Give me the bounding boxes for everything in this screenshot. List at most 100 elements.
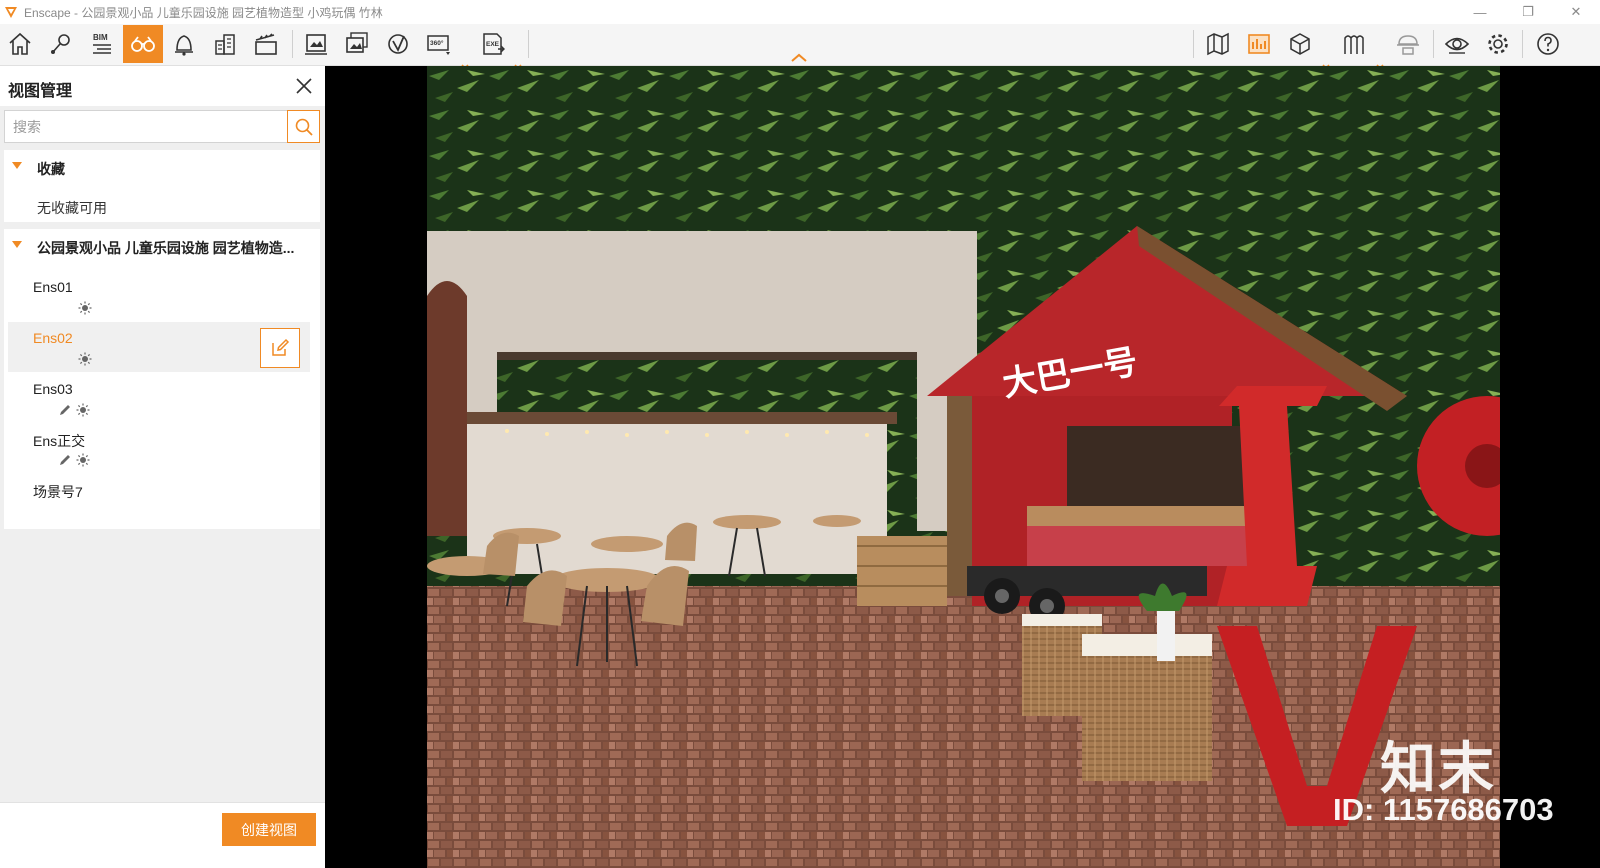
view-icons bbox=[78, 352, 92, 366]
svg-text:BIM: BIM bbox=[93, 33, 108, 42]
location-pin-icon bbox=[51, 34, 70, 54]
project-header[interactable]: 公园景观小品 儿童乐园设施 园艺植物造... bbox=[4, 229, 320, 265]
batch-render-icon bbox=[346, 32, 368, 53]
view-icons bbox=[78, 301, 92, 315]
view-item-scene7[interactable]: 场景号7 bbox=[8, 474, 310, 524]
help-button[interactable] bbox=[1528, 25, 1568, 63]
view-item-ens03[interactable]: Ens03 bbox=[8, 373, 310, 423]
pencil-icon bbox=[60, 405, 70, 415]
toolbar-separator bbox=[528, 30, 529, 58]
restore-button[interactable]: ❐ bbox=[1504, 0, 1552, 24]
buildings-icon bbox=[215, 34, 235, 55]
help-icon bbox=[1537, 33, 1559, 55]
view-name: Ens正交 bbox=[33, 433, 86, 449]
toolbar-separator bbox=[292, 30, 293, 58]
sun-icon bbox=[78, 352, 92, 366]
sun-icon bbox=[78, 301, 92, 315]
panorama-button[interactable] bbox=[378, 25, 418, 63]
cube-icon bbox=[1290, 33, 1310, 55]
asset-cube-button[interactable] bbox=[1280, 25, 1320, 63]
bim-button[interactable]: BIM bbox=[82, 25, 122, 63]
create-view-button[interactable]: 创建视图 bbox=[222, 813, 316, 846]
screenshot-icon bbox=[305, 34, 327, 55]
window-title: Enscape - 公园景观小品 儿童乐园设施 园艺植物造型 小鸡玩偶 竹林 bbox=[24, 5, 383, 20]
batch-render-button[interactable] bbox=[337, 25, 377, 63]
panel-footer: 创建视图 bbox=[0, 802, 325, 868]
title-bar: Enscape - 公园景观小品 儿童乐园设施 园艺植物造型 小鸡玩偶 竹林 —… bbox=[0, 0, 1600, 24]
home-button[interactable] bbox=[0, 25, 40, 63]
panel-title: 视图管理 bbox=[8, 83, 73, 100]
view-name: Ens01 bbox=[33, 279, 73, 295]
export-360-button[interactable]: 360° bbox=[419, 25, 459, 63]
view-icons bbox=[58, 453, 90, 467]
svg-text:360°: 360° bbox=[430, 39, 444, 47]
render-settings-icon bbox=[1248, 34, 1270, 54]
project-views-section: 公园景观小品 儿童乐园设施 园艺植物造... Ens01 Ens02 Ens03 bbox=[4, 229, 320, 529]
edit-view-button[interactable] bbox=[260, 328, 300, 368]
render-settings-button[interactable] bbox=[1239, 25, 1279, 63]
search-button[interactable] bbox=[287, 110, 320, 143]
buildings-button[interactable] bbox=[205, 25, 245, 63]
exe-export-button[interactable]: EXE bbox=[473, 25, 513, 63]
home-icon bbox=[9, 32, 31, 55]
binoculars-icon bbox=[131, 36, 155, 52]
screenshot-button[interactable] bbox=[296, 25, 336, 63]
collaboration-button[interactable] bbox=[1388, 25, 1428, 63]
view-item-ens-orthographic[interactable]: Ens正交 bbox=[8, 423, 310, 473]
asset-library-button[interactable] bbox=[1334, 25, 1374, 63]
view-icons bbox=[58, 403, 90, 417]
settings-button[interactable] bbox=[1478, 25, 1518, 63]
view-name: 场景号7 bbox=[33, 484, 83, 500]
svg-text:EXE: EXE bbox=[486, 41, 500, 48]
location-button[interactable] bbox=[41, 25, 81, 63]
collapse-toolbar-chevron-icon[interactable] bbox=[790, 52, 808, 62]
clapperboard-icon bbox=[255, 33, 277, 55]
project-title: 公园景观小品 儿童乐园设施 园艺植物造... bbox=[37, 240, 295, 256]
bell-icon bbox=[175, 35, 193, 56]
panorama-360-icon: 360° bbox=[427, 35, 450, 55]
favorites-title: 收藏 bbox=[37, 161, 65, 177]
scene-render[interactable]: 大巴一号 bbox=[427, 66, 1500, 868]
toolbar-separator bbox=[1193, 30, 1194, 58]
sun-icon bbox=[76, 403, 90, 417]
view-item-ens01[interactable]: Ens01 bbox=[8, 271, 310, 321]
toolbar-separator bbox=[1433, 30, 1434, 58]
minimize-button[interactable]: — bbox=[1456, 0, 1504, 24]
main-toolbar: BIM 360° EXE bbox=[0, 24, 1600, 70]
map-button[interactable] bbox=[1198, 25, 1238, 63]
close-window-button[interactable]: ✕ bbox=[1552, 0, 1600, 24]
close-icon[interactable] bbox=[294, 76, 314, 96]
toolbar-separator bbox=[1522, 30, 1523, 58]
search-input[interactable] bbox=[5, 111, 288, 142]
search-box bbox=[4, 110, 320, 143]
map-icon bbox=[1207, 32, 1229, 56]
triangle-down-icon bbox=[12, 241, 22, 248]
panorama-icon bbox=[388, 34, 408, 54]
hat-icon bbox=[1397, 35, 1419, 55]
views-button[interactable] bbox=[123, 25, 163, 63]
video-editor-button[interactable] bbox=[246, 25, 286, 63]
watermark-id: ID: 1157686703 bbox=[1333, 792, 1554, 827]
search-icon bbox=[295, 118, 313, 136]
visual-settings-button[interactable] bbox=[1437, 25, 1477, 63]
view-management-panel: 视图管理 收藏 无收藏可用 公园景观小品 儿童乐园设施 园艺植物造... Ens… bbox=[0, 66, 325, 868]
scene-illustration: 大巴一号 bbox=[427, 66, 1500, 868]
bim-icon: BIM bbox=[93, 33, 111, 54]
favorites-empty-text: 无收藏可用 bbox=[37, 200, 107, 216]
eye-icon bbox=[1444, 37, 1470, 54]
view-item-ens02[interactable]: Ens02 bbox=[8, 322, 310, 372]
window-controls: — ❐ ✕ bbox=[1456, 0, 1600, 24]
edit-icon bbox=[272, 338, 290, 356]
alert-button[interactable] bbox=[164, 25, 204, 63]
view-name: Ens02 bbox=[33, 330, 73, 346]
favorites-header[interactable]: 收藏 bbox=[4, 150, 320, 186]
favorites-section: 收藏 无收藏可用 bbox=[4, 150, 320, 222]
triangle-down-icon bbox=[12, 162, 22, 169]
enscape-logo-icon bbox=[5, 7, 17, 18]
panel-header: 视图管理 bbox=[0, 66, 325, 106]
library-icon bbox=[1344, 35, 1364, 54]
pencil-icon bbox=[60, 455, 70, 465]
render-viewport[interactable]: 大巴一号 知末 ID: 1157686703 bbox=[325, 66, 1600, 868]
exe-export-icon: EXE bbox=[483, 33, 505, 55]
view-name: Ens03 bbox=[33, 381, 73, 397]
